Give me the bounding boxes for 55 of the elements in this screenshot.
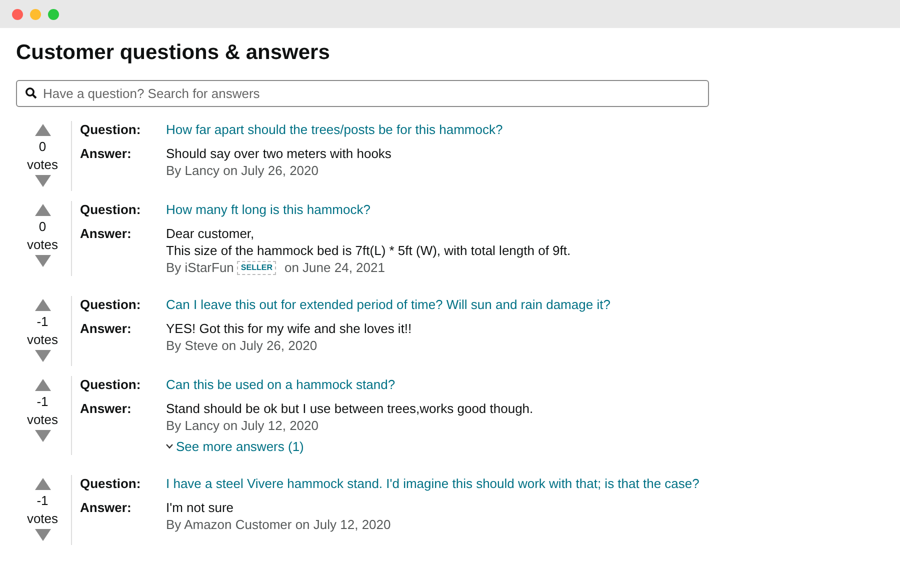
seller-badge: SELLER bbox=[236, 260, 276, 274]
answer-label: Answer: bbox=[80, 400, 132, 418]
vote-count: -1 bbox=[36, 393, 48, 411]
votes-label: votes bbox=[26, 331, 58, 349]
votes-label: votes bbox=[26, 236, 58, 254]
byline: By Lancy on July 26, 2020 bbox=[166, 162, 318, 179]
downvote-button[interactable] bbox=[34, 174, 52, 188]
vote-count: 0 bbox=[38, 138, 46, 156]
byline: By Amazon Customer on July 12, 2020 bbox=[166, 516, 391, 533]
question-label: Question: bbox=[80, 121, 142, 139]
votes-label: votes bbox=[26, 156, 58, 174]
downvote-button[interactable] bbox=[34, 429, 52, 443]
upvote-button[interactable] bbox=[34, 203, 52, 217]
answer-label: Answer: bbox=[80, 225, 132, 243]
maximize-window-button[interactable] bbox=[48, 8, 59, 20]
question-label: Question: bbox=[80, 201, 142, 219]
downvote-button[interactable] bbox=[34, 254, 52, 268]
byline-date: on June 24, 2021 bbox=[284, 259, 385, 276]
question-label: Question: bbox=[80, 475, 142, 493]
question-link[interactable]: How far apart should the trees/posts be for this hammock? bbox=[166, 121, 503, 139]
chevron-down-icon bbox=[166, 444, 173, 449]
answer-text: Should say over two meters with hooks bbox=[166, 145, 392, 162]
answer-text: Dear customer, bbox=[166, 225, 256, 242]
vote-count: -1 bbox=[36, 313, 48, 331]
upvote-button[interactable] bbox=[34, 477, 52, 491]
byline: By Lancy on July 12, 2020 bbox=[166, 417, 318, 434]
vote-count: 0 bbox=[38, 218, 46, 236]
page-title: Customer questions & answers bbox=[16, 40, 331, 66]
answer-text: This size of the hammock bed is 7ft(L) * 5ft (W), with total length of 9ft. bbox=[166, 242, 571, 259]
see-more-link[interactable]: See more answers (1) bbox=[166, 438, 534, 455]
votes-label: votes bbox=[26, 510, 58, 528]
downvote-button[interactable] bbox=[34, 349, 52, 363]
answer-text: I'm not sure bbox=[166, 499, 235, 516]
question-label: Question: bbox=[80, 376, 142, 394]
votes-label: votes bbox=[26, 411, 58, 429]
answer-label: Answer: bbox=[80, 145, 132, 163]
close-window-button[interactable] bbox=[12, 8, 23, 20]
vote-count: -1 bbox=[36, 492, 48, 510]
answer-label: Answer: bbox=[80, 499, 132, 517]
question-link[interactable]: Can this be used on a hammock stand? bbox=[166, 376, 396, 394]
search-icon bbox=[25, 87, 37, 99]
answer-text: Stand should be ok but I use between trees,works good though. bbox=[166, 400, 534, 417]
search-field[interactable]: Have a question? Search for answers bbox=[16, 80, 709, 107]
question-link[interactable]: How many ft long is this hammock? bbox=[166, 201, 370, 219]
question-label: Question: bbox=[80, 296, 142, 314]
answer-text: YES! Got this for my wife and she loves it!! bbox=[166, 320, 412, 337]
question-link[interactable]: Can I leave this out for extended period of time? Will sun and rain damage it? bbox=[166, 296, 610, 314]
upvote-button[interactable] bbox=[34, 378, 52, 392]
question-link[interactable]: I have a steel Vivere hammock stand. I'd imagine this should work with that; is that the case? bbox=[166, 475, 700, 493]
byline: By iStarFun bbox=[166, 259, 234, 276]
downvote-button[interactable] bbox=[34, 528, 52, 542]
byline: By Steve on July 26, 2020 bbox=[166, 337, 318, 354]
upvote-button[interactable] bbox=[34, 298, 52, 312]
answer-label: Answer: bbox=[80, 320, 132, 338]
upvote-button[interactable] bbox=[34, 123, 52, 137]
